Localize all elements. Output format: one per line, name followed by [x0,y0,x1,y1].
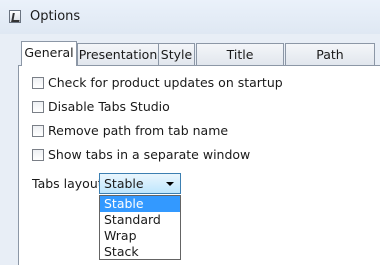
check-updates-checkbox[interactable] [32,77,44,89]
tabs-layout-combobox[interactable]: Stable [99,173,181,194]
chevron-down-icon[interactable] [166,182,174,186]
dropdown-option-stable[interactable]: Stable [100,196,180,212]
option-label: Remove path from tab name [48,123,229,138]
remove-path-checkbox[interactable] [32,125,44,137]
tab-label: Style [160,47,193,62]
tab-style[interactable]: Style [158,43,195,65]
separate-window-checkbox[interactable] [32,149,44,161]
tab-title-grouping[interactable]: Title Grouping [196,43,284,84]
tabs-layout-value: Stable [104,176,144,191]
dropdown-option-stack[interactable]: Stack [100,244,180,260]
dropdown-option-wrap[interactable]: Wrap [100,228,180,244]
window-title: Options [30,9,81,24]
tab-path-grouping[interactable]: Path Grouping [285,43,375,84]
disable-tabs-studio-checkbox[interactable] [32,101,44,113]
options-app-icon [9,10,21,23]
title-bar: Options [0,0,380,34]
option-label: Check for product updates on startup [48,75,283,90]
option-label: Show tabs in a separate window [48,147,251,162]
tab-label: General [24,45,74,60]
tabs-layout-dropdown: Stable Standard Wrap Stack [99,195,181,260]
tab-presentation[interactable]: Presentation [77,43,159,65]
tab-general[interactable]: General [21,41,77,66]
option-label: Disable Tabs Studio [48,99,170,114]
general-panel [18,65,380,265]
tabs-layout-label: Tabs layout: [32,176,107,191]
tab-label: Presentation [78,47,158,62]
dropdown-option-standard[interactable]: Standard [100,212,180,228]
